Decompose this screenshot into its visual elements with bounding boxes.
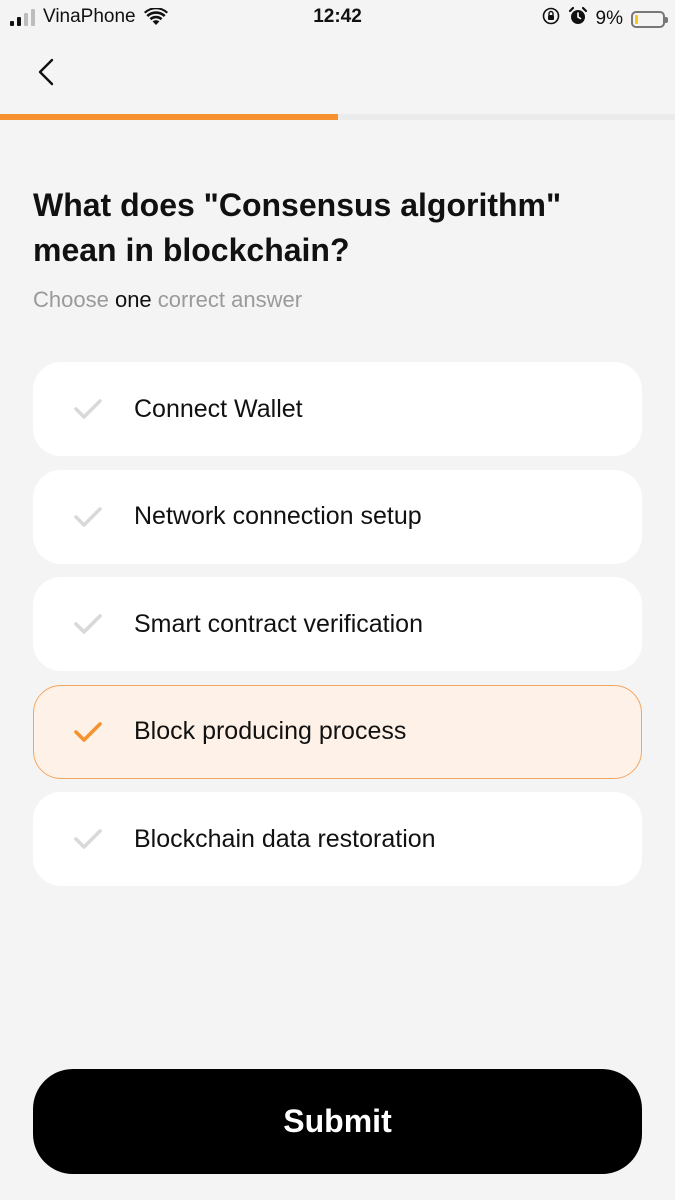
answer-option-label: Connect Wallet <box>134 394 303 423</box>
instruction-suffix: correct answer <box>151 287 303 312</box>
check-icon <box>72 397 104 421</box>
answer-option-2[interactable]: Network connection setup <box>33 469 642 564</box>
instruction-emphasis: one <box>114 287 152 312</box>
status-right: 9% <box>542 6 668 32</box>
orientation-lock-icon <box>542 7 560 31</box>
status-bar: VinaPhone 12:42 9% <box>0 0 675 36</box>
check-icon <box>72 612 104 636</box>
check-icon <box>72 720 104 744</box>
answer-option-3[interactable]: Smart contract verification <box>33 577 642 671</box>
answer-option-label: Block producing process <box>134 717 407 745</box>
back-button[interactable] <box>26 52 66 92</box>
answer-option-4[interactable]: Block producing process <box>33 684 642 779</box>
check-icon <box>72 827 104 851</box>
answer-option-label: Network connection setup <box>134 502 422 530</box>
battery-icon <box>631 10 668 28</box>
question-title: What does "Consensus algorithm" mean in … <box>33 187 562 268</box>
instruction-prefix: Choose <box>33 287 115 312</box>
instruction-text: Choose one correct answer <box>33 287 302 313</box>
answer-options: Connect Wallet Network connection setup … <box>33 362 642 900</box>
chevron-left-icon <box>38 58 54 86</box>
answer-option-1[interactable]: Connect Wallet <box>33 362 642 456</box>
answer-option-5[interactable]: Blockchain data restoration <box>33 792 642 886</box>
submit-button[interactable]: Submit <box>33 1069 642 1174</box>
progress-fill <box>0 114 338 120</box>
answer-option-label: Blockchain data restoration <box>134 824 436 853</box>
alarm-icon <box>568 6 588 32</box>
battery-percent: 9% <box>595 8 623 29</box>
progress-bar <box>0 114 675 120</box>
check-icon <box>72 505 104 529</box>
answer-option-label: Smart contract verification <box>134 609 423 638</box>
